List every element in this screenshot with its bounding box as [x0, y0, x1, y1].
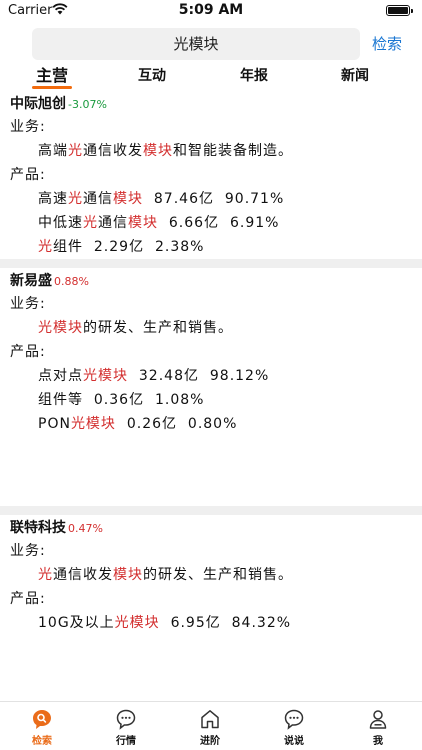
text-segment: 10G及以上 [38, 615, 115, 631]
bottom-tab-market[interactable]: 行情 [96, 708, 156, 747]
company-card[interactable]: 新易盛 0.88% 业务: 光模块的研发、生产和销售。 产品: 点对点光模块 32.48亿… [0, 268, 422, 506]
bottom-tab-label: 进阶 [200, 736, 220, 747]
product-row: 高速光通信模块 87.46亿 90.71% [0, 187, 422, 211]
card-separator [0, 259, 422, 268]
text-segment: 的研发、生产和销售。 [143, 567, 293, 583]
business-label: 业务: [10, 296, 46, 312]
bottom-tab-advanced[interactable]: 进阶 [180, 708, 240, 747]
keyword-highlight: 光模块 [38, 320, 83, 336]
products-label: 产品: [10, 344, 46, 360]
keyword-highlight: 光模块 [83, 368, 128, 384]
text-segment: 中低速 [38, 215, 83, 231]
product-row: 光组件 2.29亿 2.38% [0, 235, 422, 259]
text-segment: 通信 [83, 191, 113, 207]
bottom-tab-label: 我 [373, 736, 383, 747]
company-name[interactable]: 中际旭创 [10, 96, 66, 112]
keyword-highlight: 模块 [113, 191, 143, 207]
business-label: 业务: [10, 119, 46, 135]
text-segment: 的研发、生产和销售。 [83, 320, 233, 336]
business-label: 业务: [10, 543, 46, 559]
product-row: 中低速光通信模块 6.66亿 6.91% [0, 211, 422, 235]
company-card[interactable]: 中际旭创 -3.07% 业务: 高端光通信收发模块和智能装备制造。 产品: 高速光通信模块… [0, 91, 422, 259]
product-row: PON光模块 0.26亿 0.80% [0, 412, 422, 436]
bottom-tab-label: 检索 [32, 736, 52, 747]
company-name[interactable]: 新易盛 [10, 273, 52, 289]
product-row: 组件等 0.36亿 1.08% [0, 388, 422, 412]
keyword-highlight: 模块 [113, 567, 143, 583]
card-padding [0, 635, 422, 683]
bottom-tab-bar: 检索 行情 进阶 说说 我 [0, 701, 422, 750]
keyword-highlight: 模块 [143, 143, 173, 159]
keyword-highlight: 光 [68, 191, 83, 207]
company-card[interactable]: 联特科技 0.47% 业务: 光通信收发模块的研发、生产和销售。 产品: 10G及以上光模… [0, 515, 422, 683]
tab-annual-report[interactable]: 年报 [214, 64, 294, 88]
text-segment: PON [38, 416, 71, 432]
chat-bubble-icon [116, 709, 136, 730]
keyword-highlight: 光模块 [114, 615, 160, 631]
card-separator [0, 506, 422, 515]
tab-news[interactable]: 新闻 [315, 64, 395, 88]
price-change: 0.47% [68, 522, 103, 535]
search-chat-icon [33, 710, 51, 729]
products-label: 产品: [10, 591, 46, 607]
text-segment: 和智能装备制造。 [173, 143, 293, 159]
text-segment: 6.95亿 84.32% [159, 615, 292, 631]
keyword-highlight: 光 [38, 239, 53, 255]
tab-interaction[interactable]: 互动 [112, 64, 192, 88]
user-icon [369, 710, 387, 729]
bottom-tab-label: 行情 [116, 736, 136, 747]
search-button[interactable]: 检索 [372, 28, 422, 60]
price-change: -3.07% [68, 98, 107, 111]
company-header[interactable]: 联特科技 0.47% [0, 515, 422, 539]
text-segment: 32.48亿 98.12% [128, 368, 270, 384]
product-row: 点对点光模块 32.48亿 98.12% [0, 364, 422, 388]
text-segment: 0.26亿 0.80% [115, 416, 238, 432]
status-time: 5:09 AM [178, 2, 244, 18]
keyword-highlight: 光 [68, 143, 83, 159]
company-list[interactable]: 中际旭创 -3.07% 业务: 高端光通信收发模块和智能装备制造。 产品: 高速光通信模块… [0, 91, 422, 701]
home-icon [201, 710, 219, 729]
bottom-tab-label: 说说 [284, 736, 304, 747]
text-segment: 6.66亿 6.91% [158, 215, 280, 231]
bottom-tab-me[interactable]: 我 [348, 708, 408, 747]
search-input[interactable]: 光模块 [32, 28, 360, 60]
text-segment: 通信收发 [83, 143, 143, 159]
bottom-tab-talk[interactable]: 说说 [264, 708, 324, 747]
product-row: 10G及以上光模块 6.95亿 84.32% [0, 611, 422, 635]
text-segment: 组件等 0.36亿 1.08% [38, 392, 205, 408]
text-segment: 组件 2.29亿 2.38% [53, 239, 205, 255]
text-segment: 高速 [38, 191, 68, 207]
chat-bubble-icon [284, 709, 304, 730]
card-padding [0, 436, 422, 506]
status-bar: Carrier 5:09 AM [0, 0, 422, 22]
company-name[interactable]: 联特科技 [10, 520, 66, 536]
keyword-highlight: 光 [38, 567, 53, 583]
active-tab-indicator [32, 86, 72, 89]
products-label: 产品: [10, 167, 46, 183]
business-description: 光模块的研发、生产和销售。 [0, 316, 422, 340]
business-description: 高端光通信收发模块和智能装备制造。 [0, 139, 422, 163]
text-segment: 87.46亿 90.71% [143, 191, 285, 207]
battery-icon [386, 5, 413, 16]
keyword-highlight: 光 [83, 215, 98, 231]
text-segment: 通信 [98, 215, 128, 231]
text-segment: 点对点 [38, 368, 83, 384]
tab-main-business[interactable]: 主营 [12, 64, 92, 88]
bottom-tab-search[interactable]: 检索 [12, 708, 72, 747]
text-segment: 高端 [38, 143, 68, 159]
company-header[interactable]: 中际旭创 -3.07% [0, 91, 422, 115]
text-segment: 通信收发 [53, 567, 113, 583]
price-change: 0.88% [54, 275, 89, 288]
keyword-highlight: 光模块 [70, 416, 116, 432]
keyword-highlight: 模块 [128, 215, 158, 231]
company-header[interactable]: 新易盛 0.88% [0, 268, 422, 292]
business-description: 光通信收发模块的研发、生产和销售。 [0, 563, 422, 587]
